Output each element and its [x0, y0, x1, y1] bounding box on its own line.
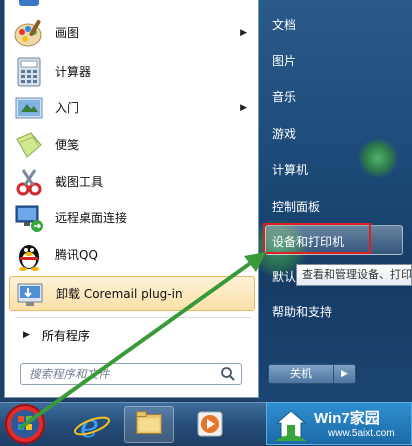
qq-penguin-icon [19, 244, 39, 271]
sticky-notes-icon [16, 131, 42, 158]
tooltip: 查看和管理设备、打印机 [296, 264, 412, 286]
right-item-computer[interactable]: 计算机 [272, 161, 308, 178]
uninstall-icon [17, 283, 43, 306]
program-label: 截图工具 [55, 175, 104, 189]
right-item-games[interactable]: 游戏 [272, 125, 296, 142]
program-label: 画图 [55, 26, 80, 40]
submenu-arrow-icon: ▶ [240, 27, 247, 38]
program-label: 腾讯QQ [55, 248, 98, 262]
watermark-url: www.5aixt.com [328, 428, 395, 439]
search-input[interactable]: 搜索程序和文件 [20, 363, 242, 385]
program-item-uninstall-coremail[interactable]: 卸载 Coremail plug-in [9, 276, 255, 311]
right-item-help-support[interactable]: 帮助和支持 [272, 303, 332, 320]
svg-text:e: e [80, 407, 99, 443]
program-label: 便笺 [55, 138, 80, 152]
taskbar-explorer-button[interactable] [124, 406, 174, 443]
remote-desktop-icon [15, 205, 43, 232]
program-item-qq[interactable]: 腾讯QQ [9, 237, 255, 272]
program-label: 远程桌面连接 [55, 211, 128, 225]
media-player-icon [197, 411, 223, 437]
divider [15, 317, 251, 318]
chevron-right-icon: ▶ [341, 369, 348, 379]
folder-icon [136, 411, 162, 434]
search-icon[interactable] [219, 365, 237, 383]
calculator-icon [17, 57, 41, 86]
right-item-music[interactable]: 音乐 [272, 88, 296, 105]
snipping-tool-icon [16, 168, 42, 195]
all-programs-label: 所有程序 [41, 328, 90, 343]
getting-started-icon [15, 97, 43, 118]
program-item-remote-desktop[interactable]: 远程桌面连接 [9, 200, 255, 235]
highlight-box [263, 223, 371, 254]
all-programs-button[interactable]: ▶ 所有程序 [9, 322, 255, 348]
program-item-getting-started[interactable]: 入门 ▶ [9, 90, 255, 125]
house-logo-icon [275, 410, 307, 441]
program-label: 计算器 [55, 65, 92, 79]
program-item-paint[interactable]: 画图 ▶ [9, 15, 255, 50]
right-item-default-programs[interactable]: 默认 [272, 268, 296, 285]
shutdown-options-button[interactable]: ▶ [334, 364, 356, 384]
program-label: 卸载 Coremail plug-in [56, 287, 183, 301]
start-orb-icon[interactable] [2, 402, 48, 445]
internet-explorer-icon: e [73, 407, 111, 445]
right-item-control-panel[interactable]: 控制面板 [272, 198, 320, 215]
shutdown-button[interactable]: 关机 [268, 364, 334, 384]
search-placeholder: 搜索程序和文件 [29, 367, 110, 381]
taskbar-media-player-button[interactable] [186, 406, 236, 443]
wallpaper-glow [358, 138, 398, 178]
submenu-arrow-icon: ▶ [240, 102, 247, 113]
taskbar-ie-button[interactable]: e [66, 406, 116, 445]
program-item-sticky-notes[interactable]: 便笺 [9, 127, 255, 162]
right-item-documents[interactable]: 文档 [272, 16, 296, 33]
start-menu-left-pane: 画图 ▶ 计算器 入门 ▶ 便笺 截图工具 远程桌面连接 腾讯QQ 卸载 Cor… [4, 0, 259, 398]
program-label: 入门 [55, 101, 80, 115]
expand-arrow-icon: ▶ [23, 330, 30, 340]
right-item-pictures[interactable]: 图片 [272, 52, 296, 69]
watermark-title: Win7家园 [314, 410, 380, 427]
program-item-calculator[interactable]: 计算器 [9, 54, 255, 89]
paint-icon [14, 19, 42, 46]
program-item-snipping-tool[interactable]: 截图工具 [9, 164, 255, 199]
